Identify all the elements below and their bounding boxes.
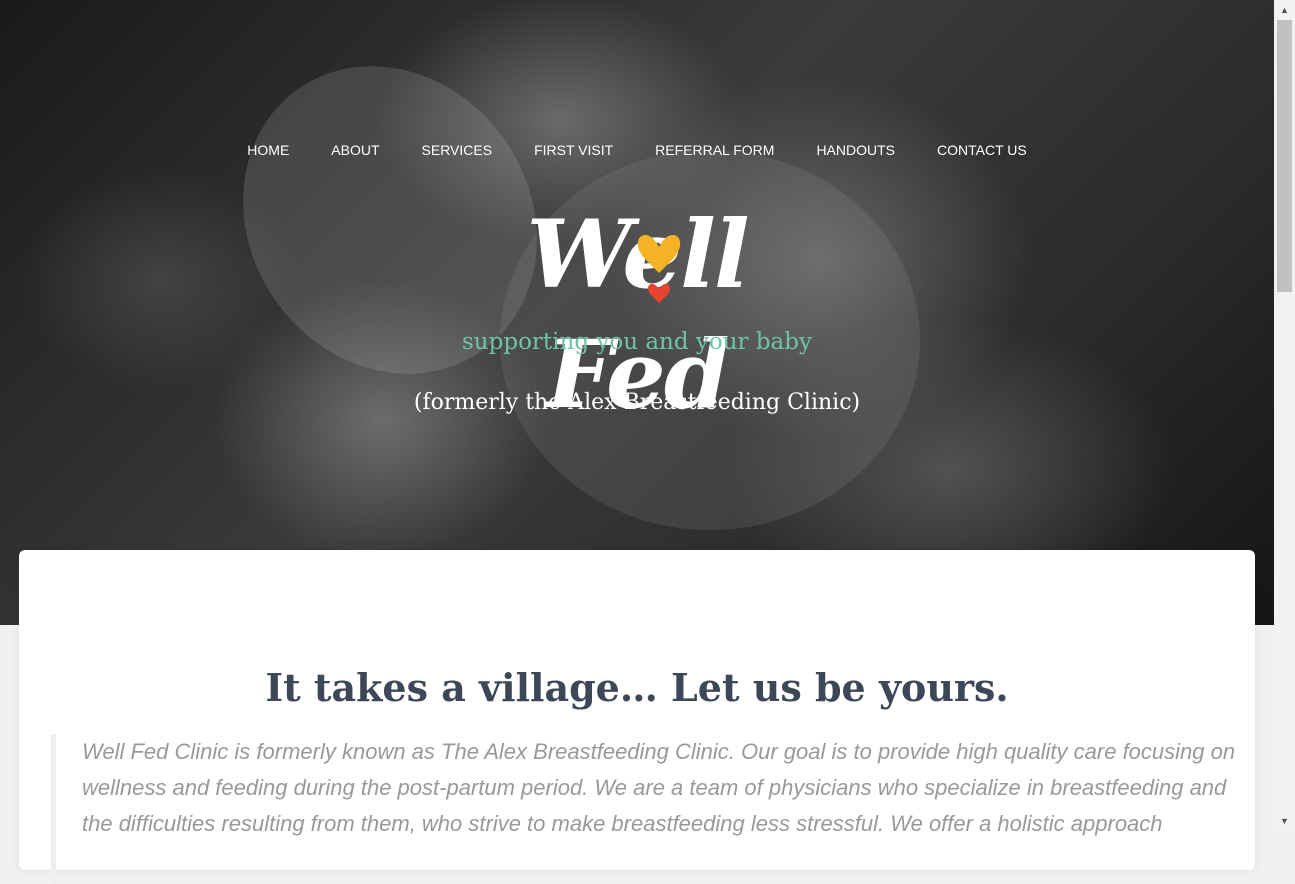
logo-tagline: supporting you and your baby [462, 329, 812, 355]
section-heading: It takes a village… Let us be yours. [265, 665, 1009, 710]
nav-item-referral-form[interactable]: REFERRAL FORM [634, 140, 795, 160]
site-logo[interactable]: Well Fed supporting you and your baby [437, 195, 837, 430]
heart-small-icon [648, 283, 670, 303]
nav-item-about[interactable]: ABOUT [310, 140, 400, 160]
hero-banner: HOME ABOUT SERVICES FIRST VISIT REFERRAL… [0, 0, 1274, 625]
scroll-up-arrow-icon[interactable]: ▲ [1274, 2, 1295, 19]
main-nav: HOME ABOUT SERVICES FIRST VISIT REFERRAL… [0, 140, 1274, 160]
hero-subtitle: (formerly the Alex Breastfeeding Clinic) [413, 390, 861, 415]
heart-icon [637, 234, 681, 273]
vertical-scrollbar[interactable]: ▲ ▼ [1274, 0, 1295, 832]
nav-item-services[interactable]: SERVICES [401, 140, 514, 160]
intro-quote: Well Fed Clinic is formerly known as The… [51, 734, 1242, 884]
intro-quote-text: Well Fed Clinic is formerly known as The… [82, 739, 1236, 836]
nav-item-home[interactable]: HOME [226, 140, 310, 160]
scrollbar-thumb[interactable] [1277, 20, 1292, 292]
logo-hearts [637, 234, 681, 303]
intro-card: It takes a village… Let us be yours. Wel… [19, 550, 1255, 884]
nav-item-handouts[interactable]: HANDOUTS [795, 140, 916, 160]
scroll-down-arrow-icon[interactable]: ▼ [1274, 813, 1295, 830]
nav-item-first-visit[interactable]: FIRST VISIT [513, 140, 634, 160]
nav-item-contact-us[interactable]: CONTACT US [916, 140, 1048, 160]
